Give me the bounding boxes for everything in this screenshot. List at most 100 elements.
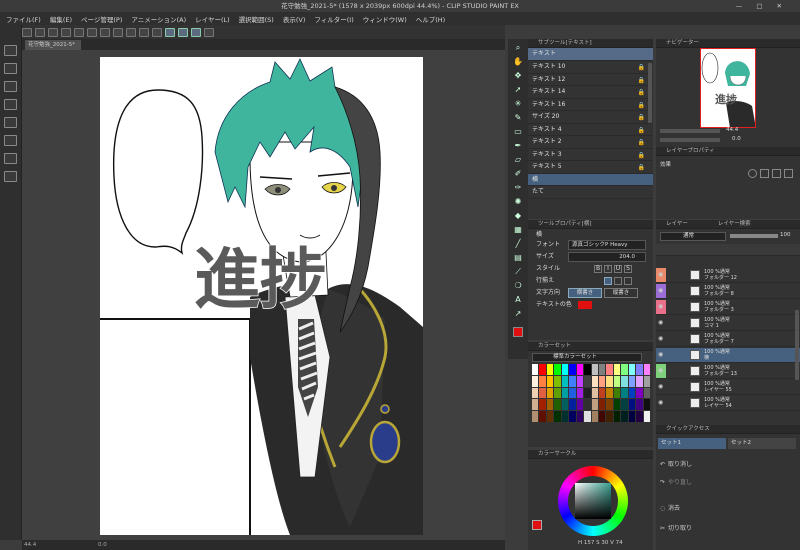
color-swatch[interactable] bbox=[584, 375, 591, 387]
quick-set1-tab[interactable]: セット1 bbox=[658, 438, 726, 449]
color-swatch[interactable] bbox=[606, 399, 613, 411]
color-swatch[interactable] bbox=[643, 399, 650, 411]
menu-animation[interactable]: アニメーション(A) bbox=[131, 14, 186, 24]
navigator-thumbnail[interactable]: 進捗 bbox=[700, 48, 756, 128]
color-swatch[interactable] bbox=[532, 411, 539, 422]
color-swatch[interactable] bbox=[621, 399, 628, 411]
color-swatch[interactable] bbox=[584, 387, 591, 399]
gradient-icon[interactable]: ▦ bbox=[513, 225, 523, 234]
color-swatch[interactable] bbox=[576, 375, 584, 387]
color-swatch[interactable] bbox=[643, 387, 650, 399]
color-swatch[interactable] bbox=[561, 364, 569, 375]
hue-ring[interactable] bbox=[558, 466, 628, 536]
page-icon[interactable] bbox=[4, 117, 17, 128]
color-swatch[interactable] bbox=[546, 387, 554, 399]
navigator-zoom[interactable]: 44.4 bbox=[726, 127, 738, 133]
deselect-button[interactable] bbox=[126, 27, 136, 37]
color-swatch[interactable] bbox=[576, 399, 584, 411]
menu-window[interactable]: ウィンドウ(W) bbox=[363, 14, 407, 24]
layer-scrollbar[interactable] bbox=[795, 310, 799, 380]
redo-button[interactable] bbox=[74, 27, 84, 37]
align-center-button[interactable] bbox=[614, 277, 622, 285]
subtool-item[interactable]: テキスト 16 🔒 bbox=[528, 99, 653, 111]
color-swatch[interactable] bbox=[621, 375, 628, 387]
eye-icon[interactable]: ◉ bbox=[658, 304, 664, 310]
subtool-item[interactable]: テキスト 5 🔒 bbox=[528, 161, 653, 174]
vertical-text-button[interactable]: 縦書き bbox=[604, 288, 638, 298]
snap-ruler-button[interactable] bbox=[165, 27, 175, 37]
color-swatch[interactable] bbox=[576, 387, 584, 399]
layer-row[interactable]: ◉ 100 %通常 レイヤー 54 bbox=[656, 396, 800, 411]
color-swatch[interactable] bbox=[621, 387, 628, 399]
page-icon[interactable] bbox=[4, 45, 17, 56]
pen-icon[interactable]: ✒ bbox=[513, 141, 523, 150]
main-color-swatch[interactable] bbox=[532, 520, 542, 530]
color-swatch[interactable] bbox=[613, 399, 621, 411]
page-icon[interactable] bbox=[4, 171, 17, 182]
eye-icon[interactable]: ◉ bbox=[658, 272, 664, 278]
horizontal-text-button[interactable]: 横書き bbox=[568, 288, 602, 298]
align-right-button[interactable] bbox=[624, 277, 632, 285]
menu-selection[interactable]: 選択範囲(S) bbox=[239, 14, 274, 24]
color-swatch[interactable] bbox=[539, 387, 546, 399]
blend-icon[interactable]: ✺ bbox=[513, 197, 523, 206]
quick-redo[interactable]: ↷ やり直し bbox=[660, 477, 692, 486]
color-swatch[interactable] bbox=[598, 375, 606, 387]
save-button[interactable] bbox=[48, 27, 58, 37]
object-icon[interactable]: ➚ bbox=[513, 85, 523, 94]
page-icon[interactable] bbox=[4, 135, 17, 146]
color-swatch[interactable] bbox=[598, 411, 606, 422]
zoom-slider[interactable] bbox=[660, 129, 720, 133]
underline-button[interactable]: U bbox=[614, 265, 622, 273]
color-swatch[interactable] bbox=[554, 387, 561, 399]
color-swatch[interactable] bbox=[628, 411, 636, 422]
color-swatch[interactable] bbox=[606, 411, 613, 422]
color-swatch[interactable] bbox=[532, 387, 539, 399]
page-icon[interactable] bbox=[4, 81, 17, 92]
page-icon[interactable] bbox=[4, 99, 17, 110]
rotate-slider[interactable] bbox=[660, 138, 720, 142]
bold-button[interactable]: B bbox=[594, 265, 602, 273]
subtool-item[interactable]: テキスト 2 🔒 bbox=[528, 136, 653, 149]
color-swatch[interactable] bbox=[576, 411, 584, 422]
brush-icon[interactable]: ✐ bbox=[513, 169, 523, 178]
color-swatch[interactable] bbox=[636, 375, 643, 387]
color-swatch[interactable] bbox=[561, 375, 569, 387]
color-swatch[interactable] bbox=[628, 375, 636, 387]
color-swatch[interactable] bbox=[598, 387, 606, 399]
color-swatch[interactable] bbox=[636, 387, 643, 399]
color-swatch[interactable] bbox=[539, 375, 546, 387]
menu-page[interactable]: ページ管理(P) bbox=[81, 14, 122, 24]
color-swatch[interactable] bbox=[606, 387, 613, 399]
align-left-button[interactable] bbox=[604, 277, 612, 285]
subtool-item[interactable]: テキスト 10 🔒 bbox=[528, 61, 653, 74]
menu-edit[interactable]: 編集(E) bbox=[50, 14, 72, 24]
menu-file[interactable]: ファイル(F) bbox=[6, 14, 41, 24]
layer-tab[interactable]: レイヤー bbox=[666, 221, 688, 227]
page-icon[interactable] bbox=[4, 63, 17, 74]
layer-row[interactable]: ◉ 100 %通常 レイヤー 55 bbox=[656, 380, 800, 395]
color-swatch[interactable] bbox=[532, 364, 539, 375]
color-swatch[interactable] bbox=[584, 399, 591, 411]
opacity-value[interactable]: 100 bbox=[780, 232, 791, 238]
color-swatch[interactable] bbox=[532, 375, 539, 387]
effect-border-icon[interactable] bbox=[748, 169, 757, 178]
selection-show-button[interactable] bbox=[152, 27, 162, 37]
snap-grid-button[interactable] bbox=[191, 27, 201, 37]
color-swatch[interactable] bbox=[598, 364, 606, 375]
color-swatch[interactable] bbox=[561, 411, 569, 422]
eye-icon[interactable]: ◉ bbox=[658, 336, 664, 342]
eye-icon[interactable]: ◉ bbox=[658, 288, 664, 294]
menu-view[interactable]: 表示(V) bbox=[283, 14, 306, 24]
color-swatch[interactable] bbox=[613, 411, 621, 422]
effect-color-icon[interactable] bbox=[772, 169, 781, 178]
color-swatch[interactable] bbox=[584, 364, 591, 375]
snap-special-ruler-button[interactable] bbox=[178, 27, 188, 37]
undo-button[interactable] bbox=[61, 27, 71, 37]
layer-search-tab[interactable]: レイヤー検索 bbox=[718, 221, 751, 227]
eye-icon[interactable]: ◉ bbox=[658, 400, 664, 406]
subtool-group-text[interactable]: テキスト bbox=[528, 48, 653, 61]
ruler-icon[interactable]: ⟋ bbox=[513, 267, 523, 276]
effect-mask-icon[interactable] bbox=[784, 169, 793, 178]
hand-icon[interactable]: ✋ bbox=[513, 57, 523, 66]
